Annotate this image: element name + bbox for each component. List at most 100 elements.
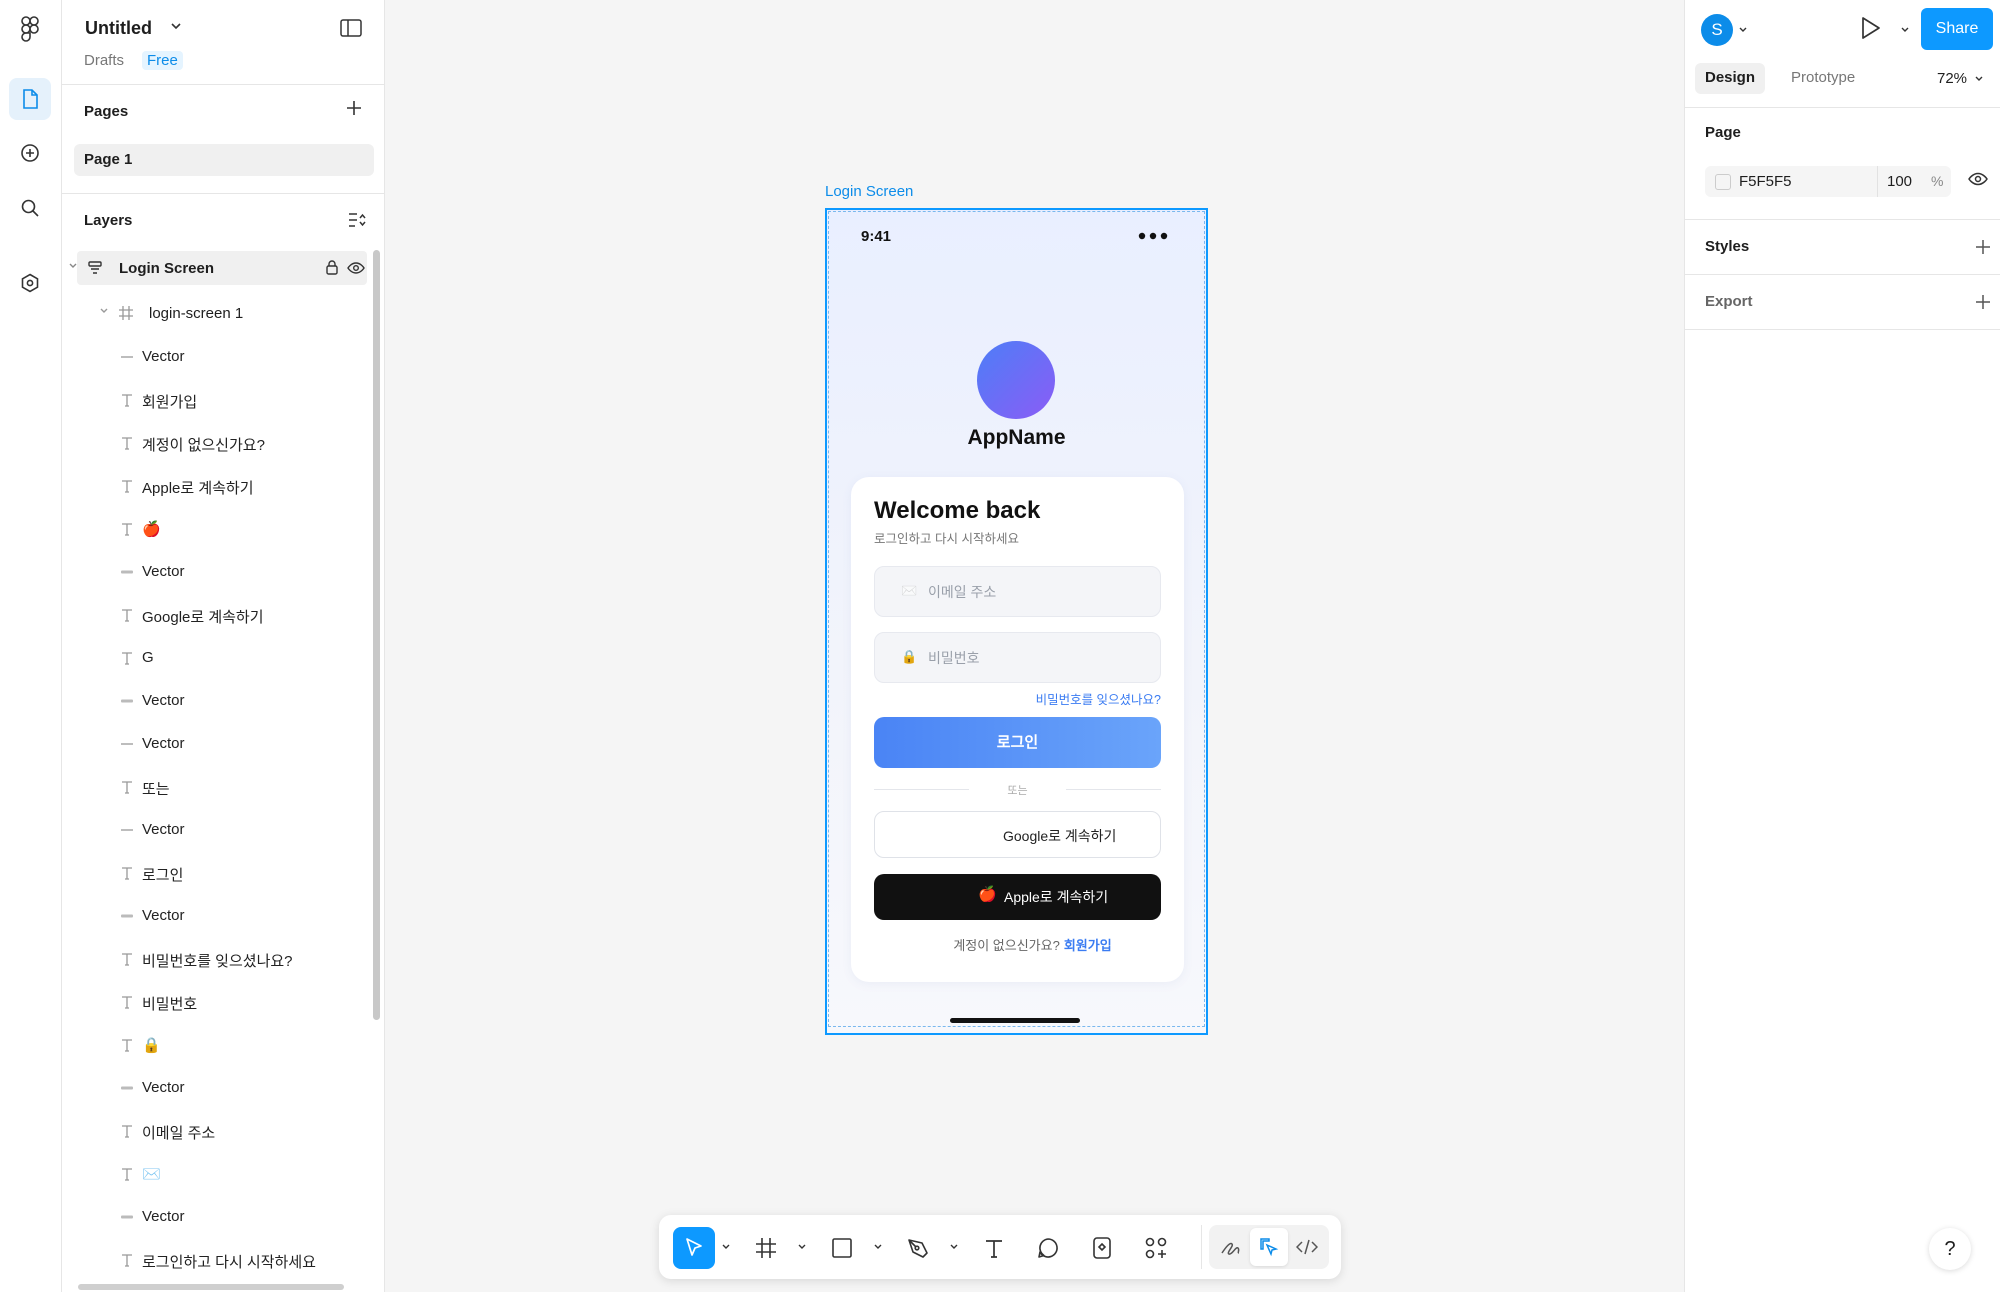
signup-link[interactable]: 회원가입 (1064, 938, 1112, 953)
add-page-plus-icon[interactable] (346, 100, 362, 116)
tab-design[interactable]: Design (1695, 63, 1766, 94)
welcome-subtitle: 로그인하고 다시 시작하세요 (874, 532, 1019, 546)
chevron-down-icon[interactable] (1738, 26, 1748, 34)
design-mode-button[interactable] (1250, 1228, 1288, 1266)
layer-row[interactable]: 비밀번호를 잊으셨나요? (62, 938, 372, 981)
layer-row[interactable]: ✉️ (62, 1153, 372, 1196)
present-play-icon[interactable] (1859, 16, 1881, 40)
frame-tool-button[interactable] (745, 1227, 787, 1269)
layer-row[interactable]: 또는 (62, 766, 372, 809)
chevron-down-icon[interactable] (1974, 75, 1984, 83)
figma-menu-icon[interactable] (9, 8, 51, 50)
opacity-value[interactable]: 100 (1887, 173, 1912, 190)
instance-tool-button[interactable] (1081, 1227, 1123, 1269)
move-tool-button[interactable] (673, 1227, 715, 1269)
assets-plus-icon[interactable] (9, 132, 51, 174)
layer-row[interactable]: Vector (62, 723, 372, 766)
google-login-button[interactable]: Google로 계속하기 (874, 811, 1161, 858)
frame-label[interactable]: Login Screen (825, 183, 913, 200)
zoom-level[interactable]: 72% (1937, 70, 1967, 87)
chevron-down-icon[interactable] (1900, 26, 1910, 34)
page-item-label: Page 1 (84, 151, 133, 168)
layer-label: Vector (142, 563, 185, 580)
layers-title: Layers (84, 212, 133, 229)
text-layer-icon (118, 1036, 136, 1054)
layer-row[interactable]: 🔒 (62, 1024, 372, 1067)
color-hex-value[interactable]: F5F5F5 (1739, 173, 1792, 190)
share-button[interactable]: Share (1921, 8, 1993, 50)
layer-row-login-screen[interactable]: Login Screen (69, 251, 367, 285)
layer-row[interactable]: Vector (62, 1067, 372, 1110)
tab-prototype[interactable]: Prototype (1781, 63, 1865, 94)
login-screen-frame[interactable]: 9:41 AppName Welcome back 로그인하고 다시 시작하세요… (825, 208, 1208, 1035)
pen-tool-button[interactable] (897, 1227, 939, 1269)
layer-label: 회원가입 (142, 394, 198, 411)
layer-row[interactable]: 회원가입 (62, 379, 372, 422)
text-layer-icon (118, 391, 136, 409)
file-location[interactable]: Drafts (84, 52, 124, 69)
plugins-icon[interactable] (9, 262, 51, 304)
login-button[interactable]: 로그인 (874, 717, 1161, 768)
layer-row[interactable]: 🍎 (62, 508, 372, 551)
password-field[interactable]: 🔒 비밀번호 (874, 632, 1161, 683)
layer-row[interactable]: Vector (62, 551, 372, 594)
layer-row[interactable]: 로그인하고 다시 시작하세요 (62, 1239, 372, 1282)
actions-tool-button[interactable] (1135, 1227, 1177, 1269)
help-button[interactable]: ? (1929, 1228, 1971, 1270)
shape-tool-button[interactable] (821, 1227, 863, 1269)
layer-row[interactable]: Vector (62, 1196, 372, 1239)
layer-row[interactable]: Vector (62, 895, 372, 938)
file-pages-icon[interactable] (9, 78, 51, 120)
text-layer-icon (118, 477, 136, 495)
text-layer-icon (118, 1122, 136, 1140)
left-panel: Untitled Drafts Free Pages Page 1 Layers… (62, 0, 385, 1292)
sidebar-toggle-icon[interactable] (340, 18, 362, 38)
layer-row[interactable]: Vector (62, 680, 372, 723)
vector-line-icon (118, 348, 136, 366)
add-export-plus-icon[interactable] (1975, 294, 1991, 310)
text-layer-icon (118, 1251, 136, 1269)
file-title[interactable]: Untitled (85, 18, 152, 39)
search-icon[interactable] (9, 187, 51, 229)
chevron-down-icon[interactable] (873, 1243, 883, 1251)
layer-row[interactable]: Vector (62, 336, 372, 379)
add-style-plus-icon[interactable] (1975, 239, 1991, 255)
layers-vertical-scrollbar[interactable] (373, 250, 380, 1020)
layers-horizontal-scrollbar[interactable] (78, 1284, 344, 1290)
layer-row[interactable]: Vector (62, 809, 372, 852)
comment-tool-button[interactable] (1027, 1227, 1069, 1269)
chevron-down-icon[interactable] (797, 1243, 807, 1251)
eye-icon[interactable] (1968, 172, 1988, 186)
layer-row[interactable]: Apple로 계속하기 (62, 465, 372, 508)
layer-row[interactable]: 이메일 주소 (62, 1110, 372, 1153)
email-field[interactable]: ✉️ 이메일 주소 (874, 566, 1161, 617)
chevron-down-icon[interactable] (68, 262, 78, 270)
chevron-down-icon[interactable] (949, 1243, 959, 1251)
layer-row-login-screen-1[interactable]: login-screen 1 (62, 293, 372, 336)
draw-mode-button[interactable] (1212, 1228, 1250, 1266)
layer-label: Vector (142, 735, 185, 752)
chevron-down-icon[interactable] (170, 22, 182, 30)
lock-icon[interactable] (325, 259, 339, 276)
layers-sort-icon[interactable] (348, 212, 366, 228)
right-properties-panel: S Share Design Prototype 72% Page F5F5F5… (1684, 0, 2000, 1292)
dev-mode-button[interactable] (1288, 1228, 1326, 1266)
forgot-password-link[interactable]: 비밀번호를 잊으셨나요? (1035, 689, 1161, 708)
email-placeholder: 이메일 주소 (928, 584, 997, 600)
plan-badge[interactable]: Free (142, 51, 183, 70)
apple-login-button[interactable]: 🍎 Apple로 계속하기 (874, 874, 1161, 920)
color-swatch[interactable] (1715, 174, 1731, 190)
user-avatar[interactable]: S (1701, 14, 1733, 46)
page-background-color-field[interactable]: F5F5F5 100 % (1705, 166, 1951, 197)
layer-row[interactable]: 로그인 (62, 852, 372, 895)
layer-row[interactable]: G (62, 637, 372, 680)
chevron-down-icon[interactable] (99, 307, 109, 315)
page-item-page-1[interactable]: Page 1 (74, 144, 374, 176)
design-canvas[interactable]: Login Screen 9:41 AppName Welcome back 로… (386, 0, 1684, 1292)
chevron-down-icon[interactable] (721, 1243, 731, 1251)
layer-row[interactable]: 계정이 없으신가요? (62, 422, 372, 465)
layer-row[interactable]: Google로 계속하기 (62, 594, 372, 637)
text-tool-button[interactable] (973, 1227, 1015, 1269)
layer-row[interactable]: 비밀번호 (62, 981, 372, 1024)
eye-icon[interactable] (347, 261, 365, 275)
